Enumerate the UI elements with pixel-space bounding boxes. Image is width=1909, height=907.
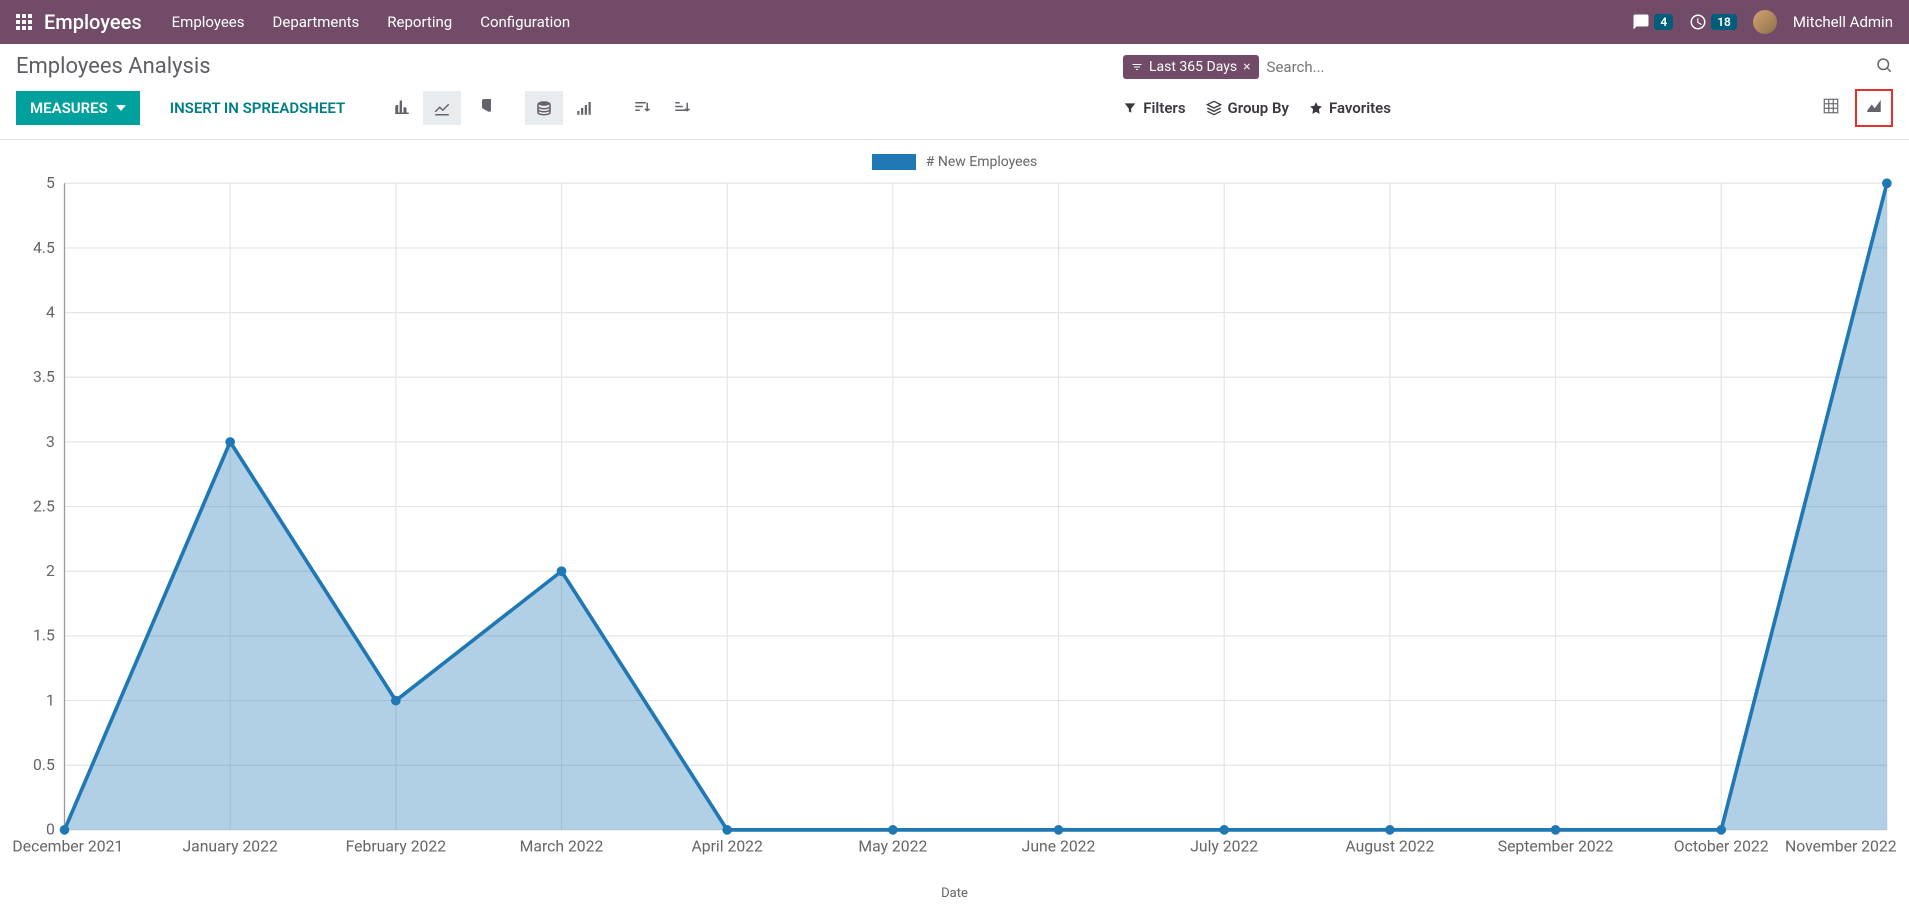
- svg-text:5: 5: [46, 176, 55, 192]
- sort-asc-button[interactable]: [663, 91, 701, 125]
- toolbar: MEASURES INSERT IN SPREADSHEET: [0, 85, 1909, 140]
- page-title: Employees Analysis: [16, 54, 211, 79]
- activity-badge: 18: [1711, 14, 1737, 30]
- line-chart-icon: [433, 99, 451, 117]
- svg-text:1: 1: [46, 690, 55, 709]
- svg-text:4: 4: [46, 302, 55, 321]
- sort-desc-icon: [633, 99, 651, 117]
- measures-label: MEASURES: [30, 99, 108, 117]
- filter-group: Filters Group By Favorites: [1123, 99, 1391, 117]
- avatar[interactable]: [1753, 10, 1777, 34]
- svg-text:September 2022: September 2022: [1498, 837, 1614, 856]
- legend-label: # New Employees: [926, 154, 1038, 170]
- funnel-icon: [1123, 101, 1137, 115]
- svg-text:May 2022: May 2022: [858, 837, 927, 856]
- measures-button[interactable]: MEASURES: [16, 91, 140, 125]
- search-area: Last 365 Days ×: [1123, 55, 1893, 79]
- caret-down-icon: [116, 103, 126, 113]
- favorites-button[interactable]: Favorites: [1309, 99, 1391, 117]
- messages-indicator[interactable]: 4: [1632, 13, 1673, 31]
- chart-legend: # New Employees: [10, 150, 1899, 176]
- chart-container: # New Employees 00.511.522.533.544.55Dec…: [0, 140, 1909, 901]
- sort-group: [623, 91, 701, 125]
- svg-text:4.5: 4.5: [33, 238, 55, 257]
- chart-type-group: [383, 91, 501, 125]
- svg-text:3: 3: [46, 432, 55, 451]
- nav-configuration[interactable]: Configuration: [480, 13, 570, 31]
- view-switch: [1813, 89, 1893, 127]
- nav-departments[interactable]: Departments: [273, 13, 360, 31]
- messages-badge: 4: [1654, 14, 1673, 30]
- bar-chart-icon: [393, 99, 411, 117]
- top-nav: Employees Employees Departments Reportin…: [0, 0, 1909, 44]
- nav-menu: Employees Departments Reporting Configur…: [172, 13, 1633, 31]
- nav-employees[interactable]: Employees: [172, 13, 245, 31]
- area-chart-icon: [1865, 97, 1883, 115]
- filter-chip-remove[interactable]: ×: [1243, 59, 1250, 75]
- apps-icon[interactable]: [16, 14, 32, 30]
- pivot-view-button[interactable]: [1813, 90, 1849, 126]
- sort-asc-icon: [673, 99, 691, 117]
- svg-text:February 2022: February 2022: [346, 837, 447, 856]
- graph-view-button[interactable]: [1855, 89, 1893, 127]
- search-input[interactable]: [1267, 58, 1867, 76]
- control-row: Employees Analysis Last 365 Days ×: [0, 44, 1909, 85]
- svg-text:January 2022: January 2022: [182, 837, 278, 856]
- layers-icon: [1206, 100, 1222, 116]
- svg-text:November 2022: November 2022: [1785, 837, 1897, 856]
- svg-text:2: 2: [46, 561, 55, 580]
- activity-indicator[interactable]: 18: [1689, 13, 1737, 31]
- pie-chart-button[interactable]: [463, 91, 501, 125]
- filter-chip[interactable]: Last 365 Days ×: [1123, 55, 1259, 79]
- pivot-icon: [1822, 97, 1840, 115]
- star-icon: [1309, 101, 1323, 115]
- nav-reporting[interactable]: Reporting: [387, 13, 452, 31]
- pie-chart-icon: [473, 99, 491, 117]
- svg-text:3.5: 3.5: [33, 367, 55, 386]
- chart-svg: 00.511.522.533.544.55December 2021Januar…: [10, 176, 1899, 878]
- svg-text:December 2021: December 2021: [12, 837, 123, 856]
- svg-text:June 2022: June 2022: [1022, 837, 1096, 856]
- x-axis-label: Date: [10, 882, 1899, 901]
- svg-text:April 2022: April 2022: [692, 837, 764, 856]
- ascending-bars-icon: [575, 99, 593, 117]
- filters-button[interactable]: Filters: [1123, 99, 1185, 117]
- stacked-button[interactable]: [525, 91, 563, 125]
- svg-text:July 2022: July 2022: [1190, 837, 1258, 856]
- app-title[interactable]: Employees: [44, 10, 142, 34]
- svg-text:0.5: 0.5: [33, 755, 55, 774]
- search-icon[interactable]: [1875, 56, 1893, 78]
- filter-chip-label: Last 365 Days: [1149, 59, 1237, 75]
- svg-text:October 2022: October 2022: [1674, 837, 1769, 856]
- groupby-button[interactable]: Group By: [1206, 99, 1289, 117]
- nav-right: 4 18 Mitchell Admin: [1632, 10, 1893, 34]
- sort-desc-button[interactable]: [623, 91, 661, 125]
- clock-icon: [1689, 13, 1707, 31]
- svg-text:2.5: 2.5: [33, 496, 55, 515]
- legend-swatch: [872, 154, 916, 170]
- svg-text:1.5: 1.5: [33, 626, 55, 645]
- line-chart-button[interactable]: [423, 91, 461, 125]
- insert-spreadsheet-button[interactable]: INSERT IN SPREADSHEET: [156, 91, 359, 125]
- chat-icon: [1632, 13, 1650, 31]
- bar-chart-button[interactable]: [383, 91, 421, 125]
- stack-group: [525, 91, 603, 125]
- cumulative-button[interactable]: [565, 91, 603, 125]
- filter-icon: [1131, 61, 1143, 73]
- svg-text:August 2022: August 2022: [1345, 837, 1434, 856]
- svg-text:March 2022: March 2022: [520, 837, 604, 856]
- user-name[interactable]: Mitchell Admin: [1793, 13, 1893, 31]
- stack-icon: [535, 99, 553, 117]
